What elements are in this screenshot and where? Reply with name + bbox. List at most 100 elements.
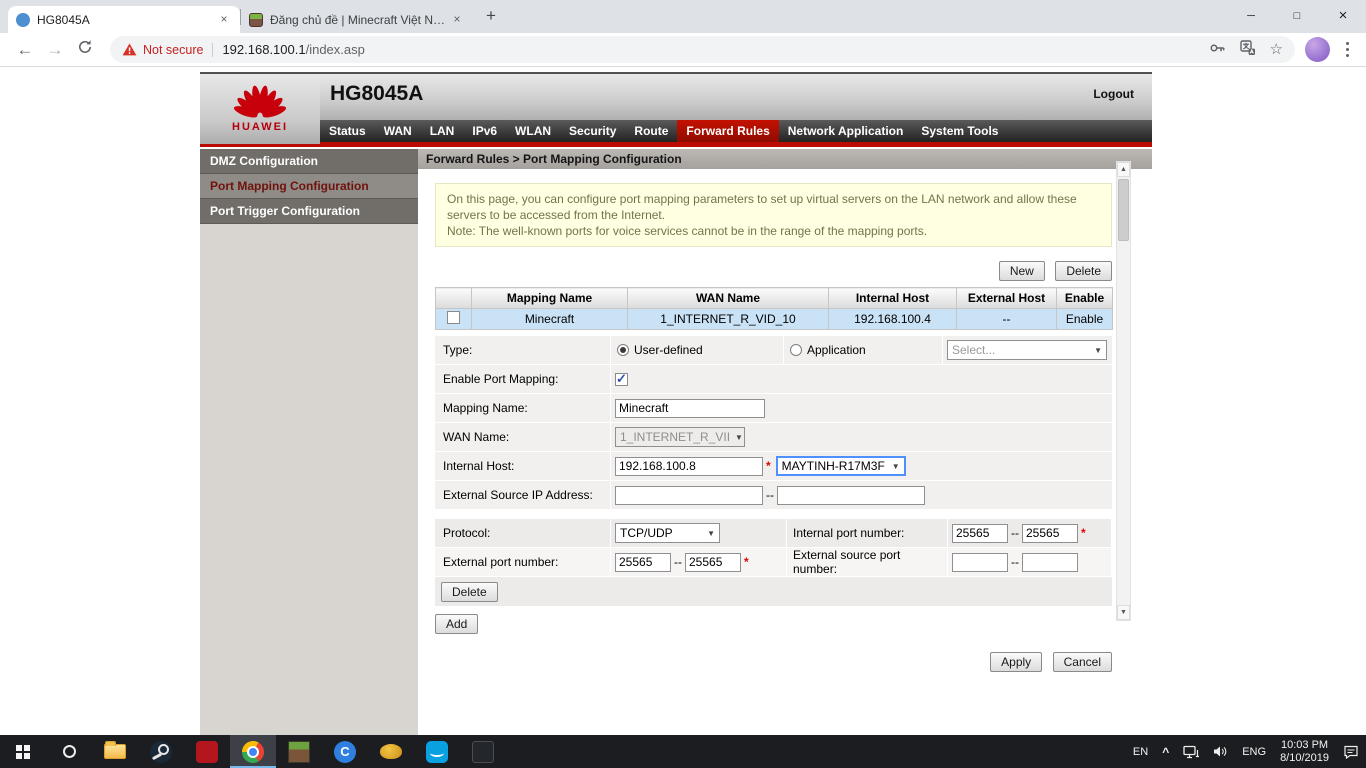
taskbar-chrome[interactable] <box>230 735 276 768</box>
hidden-icons-chevron[interactable]: ^ <box>1155 735 1176 768</box>
address-bar[interactable]: Not secure 192.168.100.1/index.asp ☆ <box>110 36 1295 63</box>
browser-menu-icon[interactable] <box>1338 40 1356 60</box>
clock[interactable]: 10:03 PM 8/10/2019 <box>1273 735 1336 768</box>
sidebar-item-port-mapping[interactable]: Port Mapping Configuration <box>200 174 418 199</box>
tab-router-title: HG8045A <box>37 13 216 27</box>
external-port-start-input[interactable] <box>615 553 671 572</box>
taskbar-dark-app[interactable] <box>460 735 506 768</box>
logout-link[interactable]: Logout <box>1093 87 1134 101</box>
tab-router[interactable]: HG8045A × <box>8 6 240 33</box>
row-checkbox[interactable] <box>447 311 460 324</box>
external-port-end-input[interactable] <box>685 553 741 572</box>
taskbar-file-explorer[interactable] <box>92 735 138 768</box>
nav-tab-system-tools[interactable]: System Tools <box>912 120 1007 142</box>
nav-tab-forward-rules[interactable]: Forward Rules <box>677 120 778 142</box>
sidebar-item-dmz[interactable]: DMZ Configuration <box>200 149 418 174</box>
back-button[interactable]: ← <box>10 40 40 60</box>
new-tab-button[interactable]: + <box>477 3 505 31</box>
application-radio[interactable] <box>790 344 802 356</box>
mapping-table-row: Minecraft 1_INTERNET_R_VID_10 192.168.10… <box>436 309 1113 330</box>
internal-port-end-input[interactable] <box>1022 524 1078 543</box>
scroll-up-icon[interactable]: ▲ <box>1117 162 1130 177</box>
blue-app-icon <box>426 741 448 763</box>
page-background: HUAWEI HG8045A Logout Status WAN LAN IPv… <box>0 68 1366 735</box>
chrome-icon <box>242 741 264 763</box>
range-separator: -- <box>674 555 682 569</box>
tab-minecraft-forum[interactable]: Đăng chủ đề | Minecraft Việt Nam × <box>241 6 473 33</box>
url-host: 192.168.100.1 <box>222 42 305 57</box>
taskbar-steam[interactable] <box>138 735 184 768</box>
language-indicator[interactable]: EN <box>1126 735 1155 768</box>
taskbar-blue-app[interactable] <box>414 735 460 768</box>
translate-icon[interactable] <box>1240 40 1256 59</box>
add-button[interactable]: Add <box>435 614 478 634</box>
clock-time: 10:03 PM <box>1281 739 1328 752</box>
bookmark-star-icon[interactable]: ☆ <box>1270 42 1283 57</box>
window-close-button[interactable]: × <box>1320 0 1366 32</box>
action-center-button[interactable] <box>1336 735 1366 768</box>
internal-host-device-select[interactable]: MAYTINH-R17M3F ▼ <box>776 456 906 476</box>
external-source-port-start-input[interactable] <box>952 553 1008 572</box>
notification-icon <box>1343 745 1359 759</box>
application-select[interactable]: Select... ▼ <box>947 340 1107 360</box>
range-separator: -- <box>766 488 774 502</box>
file-explorer-icon <box>104 744 126 759</box>
nav-tab-wan[interactable]: WAN <box>375 120 421 142</box>
ime-indicator[interactable]: ENG <box>1235 735 1273 768</box>
wan-name-select[interactable]: 1_INTERNET_R_VII ▼ <box>615 427 745 447</box>
required-mark: * <box>766 459 771 473</box>
coccoc-browser-icon: C <box>334 741 356 763</box>
apply-button[interactable]: Apply <box>990 652 1042 672</box>
minecraft-favicon-icon <box>249 13 263 27</box>
mapping-name-label: Mapping Name: <box>435 394 610 422</box>
nav-tab-security[interactable]: Security <box>560 120 625 142</box>
scrollbar-thumb[interactable] <box>1118 179 1129 241</box>
sidebar-item-port-trigger[interactable]: Port Trigger Configuration <box>200 199 418 224</box>
window-minimize-button[interactable]: ─ <box>1228 0 1274 32</box>
volume-tray-button[interactable] <box>1206 735 1235 768</box>
nav-tab-lan[interactable]: LAN <box>421 120 464 142</box>
close-tab-icon[interactable]: × <box>449 12 465 28</box>
mapping-name-input[interactable] <box>615 399 765 418</box>
huawei-logo-block: HUAWEI <box>200 74 320 144</box>
delete-button[interactable]: Delete <box>1055 261 1112 281</box>
nav-tab-route[interactable]: Route <box>625 120 677 142</box>
internal-port-start-input[interactable] <box>952 524 1008 543</box>
refresh-icon <box>77 39 93 55</box>
nav-tab-network-application[interactable]: Network Application <box>779 120 913 142</box>
window-maximize-button[interactable]: □ <box>1274 0 1320 32</box>
refresh-button[interactable] <box>70 39 100 60</box>
search-button[interactable] <box>46 735 92 768</box>
network-tray-button[interactable] <box>1176 735 1206 768</box>
user-defined-radio[interactable] <box>617 344 629 356</box>
steam-icon <box>150 741 172 763</box>
nav-tab-status[interactable]: Status <box>320 120 375 142</box>
delete-port-row-button[interactable]: Delete <box>441 582 498 602</box>
external-source-ip-start-input[interactable] <box>615 486 763 505</box>
close-tab-icon[interactable]: × <box>216 12 232 28</box>
external-source-ip-end-input[interactable] <box>777 486 925 505</box>
new-button[interactable]: New <box>999 261 1045 281</box>
internal-host-input[interactable] <box>615 457 763 476</box>
taskbar-coccoc[interactable]: C <box>322 735 368 768</box>
content-scrollbar[interactable]: ▲ ▼ <box>1116 161 1131 621</box>
nav-tab-ipv6[interactable]: IPv6 <box>463 120 506 142</box>
info-note-line1: On this page, you can configure port map… <box>447 191 1100 223</box>
taskbar-red-game[interactable] <box>184 735 230 768</box>
start-button[interactable] <box>0 735 46 768</box>
taskbar-lamp-app[interactable] <box>368 735 414 768</box>
external-source-port-end-input[interactable] <box>1022 553 1078 572</box>
clock-date: 8/10/2019 <box>1280 752 1329 765</box>
security-chip[interactable]: Not secure <box>122 43 203 57</box>
taskbar-minecraft[interactable] <box>276 735 322 768</box>
scroll-down-icon[interactable]: ▼ <box>1117 605 1130 620</box>
nav-tab-wlan[interactable]: WLAN <box>506 120 560 142</box>
router-admin-app: HUAWEI HG8045A Logout Status WAN LAN IPv… <box>200 72 1152 735</box>
protocol-select[interactable]: TCP/UDP ▼ <box>615 523 720 543</box>
cancel-button[interactable]: Cancel <box>1053 652 1112 672</box>
nav-underline <box>200 142 1152 147</box>
profile-avatar[interactable] <box>1305 37 1330 62</box>
forward-button[interactable]: → <box>40 40 70 60</box>
enable-port-mapping-checkbox[interactable] <box>615 373 628 386</box>
password-key-icon[interactable] <box>1209 40 1226 59</box>
